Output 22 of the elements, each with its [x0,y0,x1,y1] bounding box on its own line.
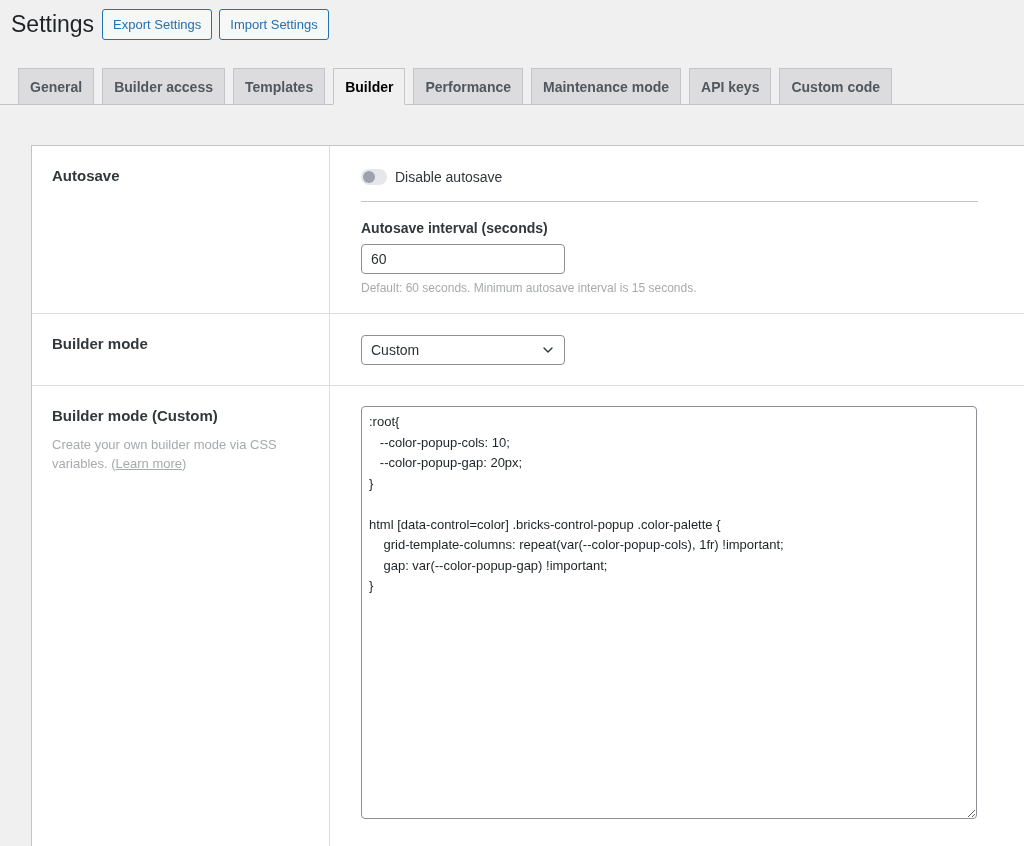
tab[interactable]: Performance [413,68,524,104]
setting-label: Builder mode (Custom) [52,407,219,424]
setting-description: Create your own builder mode via CSS variables. (Learn more) [52,436,278,473]
tab[interactable]: Builder [333,68,406,105]
header-button[interactable]: Import Settings [219,9,329,40]
setting-label: Autosave [52,167,121,184]
tab[interactable]: Templates [233,68,326,104]
setting-label: Builder mode [52,335,149,352]
header-button[interactable]: Export Settings [102,9,213,40]
field-label: Autosave interval (seconds) [361,220,549,236]
code-field[interactable]: :root{ --color-popup-cols: 10; --color-popup-gap: 20px; } html [data-control=color] .bricks-control-popup .color-palette { grid-template-columns: repeat(var(--color-popup-cols), 1fr) !important; gap: var(--color-popup-gap) !important; } [361,406,977,819]
tab[interactable]: General [18,68,95,104]
tab[interactable]: Builder access [102,68,225,104]
tab[interactable]: Maintenance mode [531,68,682,104]
toggle-switch[interactable] [361,169,387,185]
interval-input[interactable]: 60 [361,244,565,274]
mode-select[interactable]: Custom [361,335,565,365]
tab[interactable]: Custom code [779,68,893,104]
hint-text: Default: 60 seconds. Minimum autosave interval is 15 seconds. [361,281,698,295]
tab[interactable]: API keys [689,68,772,104]
toggle-label: Disable autosave [395,169,503,185]
page-title: Settings [11,11,95,38]
